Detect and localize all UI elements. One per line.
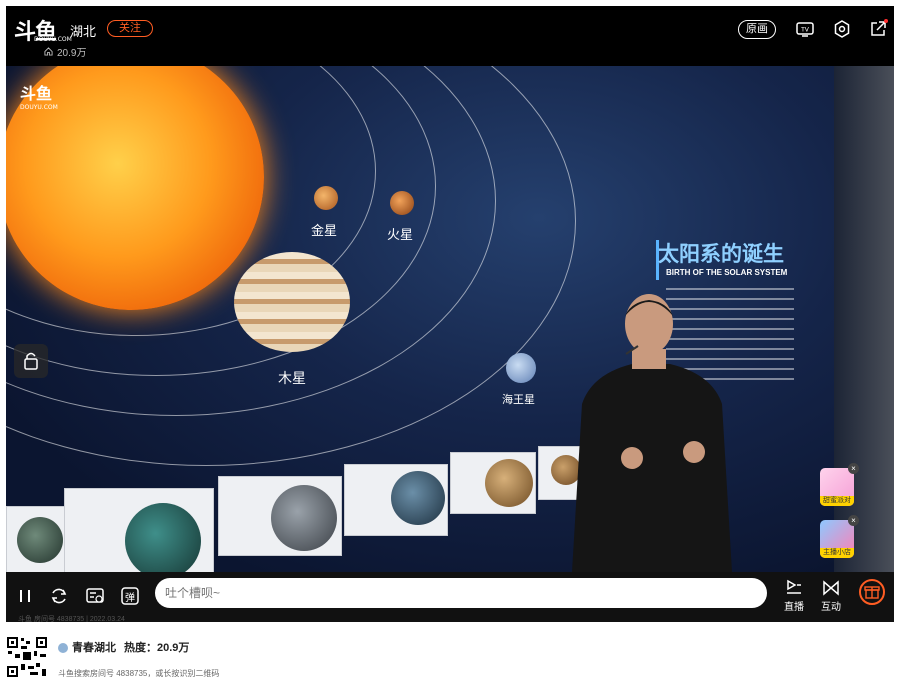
anchor-info: 青春湖北 热度：20.9万 (58, 639, 189, 655)
close-icon[interactable]: × (848, 463, 859, 474)
danmu-input[interactable] (155, 578, 767, 608)
mars-label: 火星 (387, 228, 414, 243)
watermark-text: 斗鱼 (20, 84, 53, 103)
video-watermark: 斗鱼 DOUYU.COM (20, 80, 58, 111)
promo-sweet-party[interactable]: 甜蜜派对 × (820, 463, 859, 506)
refresh-icon[interactable] (48, 585, 70, 607)
room-info-watermark: 斗鱼 房间号 4838735 | 2022.03.24 (18, 616, 125, 622)
planet-cards (6, 436, 606, 572)
control-bar: 弹 直播 互动 (6, 572, 894, 622)
close-icon[interactable]: × (848, 515, 859, 526)
neptune-planet (506, 353, 536, 383)
live-player: 斗鱼 DOUYU.COM 湖北 关注 20.9万 原画 TV 斗鱼 DOUYU.… (6, 6, 894, 622)
heat-count: 20.9万 (44, 44, 86, 59)
danmu-settings-icon[interactable] (84, 585, 106, 607)
danmu-toggle-label: 弹 (125, 593, 135, 604)
follow-button[interactable]: 关注 (107, 20, 153, 37)
promo-anchor-shop-label: 主播小店 (820, 548, 854, 558)
planet-card (450, 452, 536, 514)
live-label[interactable]: 直播 (779, 598, 809, 613)
logo-subtext: DOUYU.COM (34, 36, 72, 43)
share-info-bar: 青春湖北 热度：20.9万 斗鱼搜索房间号 4838735，或长按识别二维码 (0, 622, 900, 688)
quality-button[interactable]: 原画 (738, 20, 776, 39)
presenter (572, 294, 732, 572)
promo-anchor-shop[interactable]: 主播小店 × (820, 515, 859, 558)
planet-card (6, 506, 66, 572)
live-playlist-icon[interactable] (783, 577, 805, 599)
settings-icon[interactable] (832, 19, 852, 39)
pause-icon[interactable] (14, 585, 36, 607)
tv-cast-icon[interactable]: TV (795, 19, 815, 39)
room-name: 湖北 (70, 24, 97, 39)
qr-code (6, 636, 48, 678)
interact-icon[interactable] (820, 577, 842, 599)
interact-label[interactable]: 互动 (816, 598, 846, 613)
promo-sweet-party-label: 甜蜜派对 (820, 496, 854, 506)
anchor-name: 青春湖北 (72, 642, 116, 654)
share-icon[interactable] (868, 19, 888, 39)
jupiter-planet (234, 252, 350, 352)
danmu-toggle-button[interactable]: 弹 (119, 585, 141, 607)
douyu-logo: 斗鱼 DOUYU.COM (14, 14, 72, 46)
venus-planet (314, 186, 338, 210)
watermark-subtext: DOUYU.COM (20, 104, 58, 111)
lock-icon (24, 352, 38, 370)
mars-planet (390, 191, 414, 215)
svg-text:TV: TV (800, 27, 810, 34)
anchor-avatar (58, 643, 68, 654)
venus-label: 金星 (311, 224, 338, 239)
gift-button[interactable] (859, 579, 885, 605)
panel-title: 太阳系的诞生 (658, 242, 784, 266)
lock-screen-button[interactable] (14, 344, 48, 378)
gift-icon (864, 586, 880, 599)
panel-subtitle: BIRTH OF THE SOLAR SYSTEM (666, 268, 788, 277)
planet-card (64, 488, 214, 572)
heat-value: 20.9万 (57, 48, 87, 59)
planet-card (344, 464, 448, 536)
anchor-heat: 热度：20.9万 (124, 642, 190, 654)
neptune-label: 海王星 (502, 393, 535, 406)
player-header: 斗鱼 DOUYU.COM 湖北 关注 20.9万 原画 TV (6, 6, 894, 66)
jupiter-label: 木星 (278, 371, 306, 387)
qr-hint: 斗鱼搜索房间号 4838735，或长按识别二维码 (58, 669, 220, 678)
video-stream[interactable]: 斗鱼 DOUYU.COM 金星 火星 木星 海王星 太阳系的诞生 BIRTH O… (6, 66, 894, 572)
planet-card (218, 476, 342, 556)
home-icon (44, 47, 53, 59)
